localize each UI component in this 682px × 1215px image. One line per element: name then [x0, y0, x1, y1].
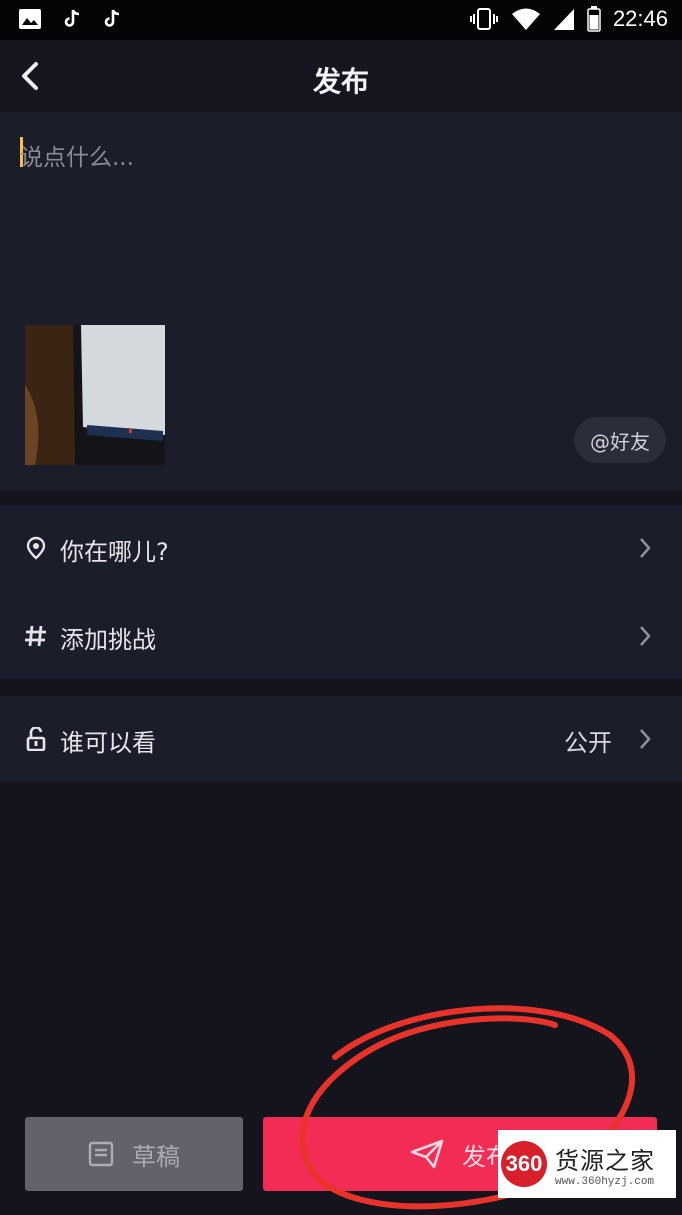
tiktok-icon [64, 9, 80, 27]
caption-input[interactable]: 说点什么... [20, 138, 134, 172]
page-title: 发布 [312, 65, 369, 98]
visibility-label: 谁可以看 [60, 729, 156, 757]
challenge-label: 添加挑战 [60, 626, 156, 654]
draft-button[interactable]: 草稿 [25, 1117, 243, 1191]
chevron-right-icon [640, 729, 651, 749]
options-section: 你在哪儿? 添加挑战 [0, 505, 682, 679]
chevron-right-icon [640, 538, 651, 558]
challenge-row[interactable]: 添加挑战 [0, 593, 682, 679]
watermark-name: 货源之家 [555, 1146, 655, 1175]
wifi-icon [511, 8, 540, 30]
location-label: 你在哪儿? [60, 538, 169, 566]
watermark-url: www.360hyzj.com [555, 1175, 655, 1188]
draft-icon [88, 1141, 114, 1167]
video-thumbnail[interactable] [25, 325, 165, 465]
watermark-logo: 360 [501, 1141, 547, 1187]
privacy-section: 谁可以看 公开 [0, 696, 682, 782]
draft-label: 草稿 [132, 1142, 180, 1171]
unlock-icon [26, 727, 46, 751]
tiktok-icon [104, 9, 120, 27]
battery-icon [587, 6, 601, 32]
nav-bar: 发布 [0, 40, 682, 112]
chevron-right-icon [640, 626, 651, 646]
vibrate-icon [469, 8, 498, 30]
hashtag-icon [25, 625, 46, 647]
visibility-row[interactable]: 谁可以看 公开 [0, 696, 682, 782]
mention-friends-button[interactable]: @好友 [574, 417, 666, 463]
status-bar: 22:46 [0, 0, 682, 40]
watermark: 360 货源之家 www.360hyzj.com [498, 1130, 676, 1198]
mention-friends-label: @好友 [590, 429, 650, 454]
image-icon [19, 9, 41, 29]
location-row[interactable]: 你在哪儿? [0, 505, 682, 591]
status-time: 22:46 [612, 6, 668, 31]
visibility-value: 公开 [564, 729, 612, 757]
location-pin-icon [26, 536, 46, 560]
signal-icon [553, 9, 574, 30]
compose-area[interactable]: 说点什么... @好友 [0, 112, 682, 490]
